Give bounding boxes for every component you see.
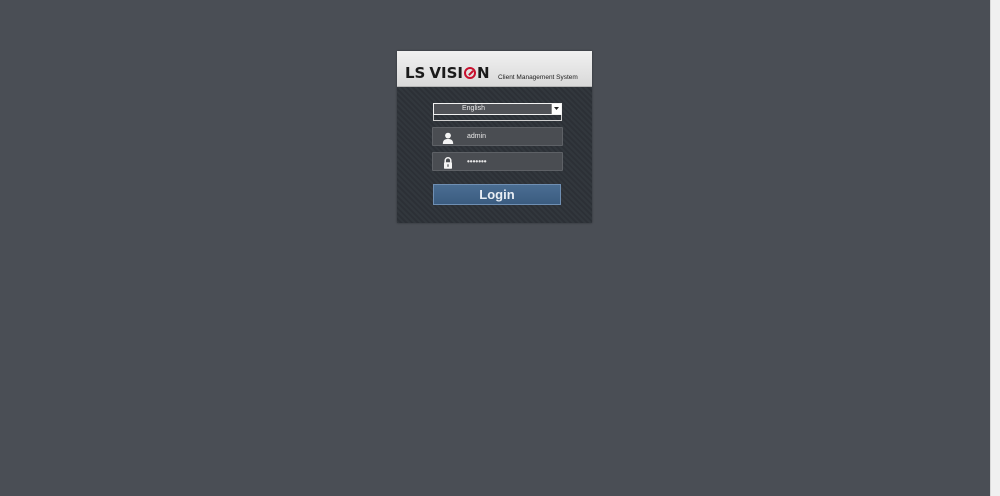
username-field[interactable]: admin [432, 127, 563, 146]
login-header: LS VISI N Client Management System [397, 51, 592, 87]
logo-visi-text: VISI [429, 64, 463, 82]
page-scrollbar[interactable] [990, 0, 1000, 496]
language-select[interactable]: English [433, 103, 562, 115]
username-value: admin [467, 133, 487, 140]
login-panel: LS VISI N Client Management System Engli… [397, 51, 592, 223]
language-selected-value: English [462, 105, 485, 112]
page-background: LS VISI N Client Management System Engli… [0, 0, 1000, 496]
password-value: ••••••• [467, 157, 487, 166]
login-button[interactable]: Login [433, 184, 561, 205]
logo-o-icon [463, 67, 476, 79]
logo-n-text: N [476, 64, 490, 82]
app-subtitle: Client Management System [498, 74, 578, 81]
language-dropdown-shadow [433, 115, 562, 121]
brand-logo: LS VISI N [405, 64, 490, 82]
chevron-down-icon[interactable] [551, 104, 561, 114]
user-icon [442, 131, 454, 144]
login-form: English admin ••••••• Login [397, 87, 592, 223]
lock-icon [442, 156, 454, 169]
password-field[interactable]: ••••••• [432, 152, 563, 171]
logo-ls-text: LS [405, 64, 426, 82]
